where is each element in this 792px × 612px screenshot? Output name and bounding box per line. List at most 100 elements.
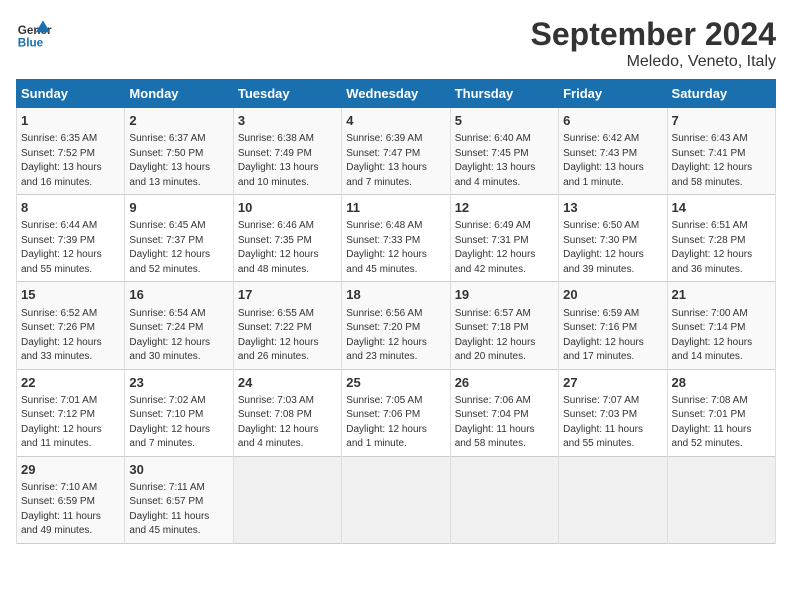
col-header-thursday: Thursday (450, 80, 558, 108)
day-detail: Sunrise: 7:07 AMSunset: 7:03 PMDaylight:… (563, 394, 662, 452)
day-detail: Sunrise: 6:57 AMSunset: 7:18 PMDaylight:… (455, 307, 554, 365)
day-detail: Sunrise: 6:39 AMSunset: 7:47 PMDaylight:… (346, 132, 445, 190)
calendar-table: SundayMondayTuesdayWednesdayThursdayFrid… (16, 79, 776, 544)
calendar-cell: 22 Sunrise: 7:01 AMSunset: 7:12 PMDayligh… (17, 369, 125, 456)
day-number: 27 (563, 374, 662, 392)
day-detail: Sunrise: 6:37 AMSunset: 7:50 PMDaylight:… (129, 132, 228, 190)
calendar-cell (559, 456, 667, 543)
calendar-cell: 9Sunrise: 6:45 AMSunset: 7:37 PMDaylight… (125, 195, 233, 282)
day-number: 10 (238, 199, 337, 217)
calendar-cell: 7Sunrise: 6:43 AMSunset: 7:41 PMDaylight… (667, 108, 775, 195)
day-detail: Sunrise: 6:52 AMSunset: 7:26 PMDaylight:… (21, 307, 120, 365)
day-detail: Sunrise: 6:38 AMSunset: 7:49 PMDaylight:… (238, 132, 337, 190)
calendar-cell: 14Sunrise: 6:51 AMSunset: 7:28 PMDayligh… (667, 195, 775, 282)
col-header-tuesday: Tuesday (233, 80, 341, 108)
calendar-cell: 5 Sunrise: 6:40 AMSunset: 7:45 PMDaylight… (450, 108, 558, 195)
calendar-cell: 13 Sunrise: 6:50 AMSunset: 7:30 PMDayligh… (559, 195, 667, 282)
calendar-cell: 11 Sunrise: 6:48 AMSunset: 7:33 PMDayligh… (342, 195, 450, 282)
day-number: 5 (455, 112, 554, 130)
day-detail: Sunrise: 6:45 AMSunset: 7:37 PMDaylight:… (129, 219, 228, 277)
svg-text:Blue: Blue (18, 37, 44, 50)
calendar-cell (667, 456, 775, 543)
day-number: 6 (563, 112, 662, 130)
day-number: 4 (346, 112, 445, 130)
calendar-week-1: 1 Sunrise: 6:35 AMSunset: 7:52 PMDaylight… (17, 108, 776, 195)
calendar-cell: 6 Sunrise: 6:42 AMSunset: 7:43 PMDaylight… (559, 108, 667, 195)
calendar-cell: 28 Sunrise: 7:08 AMSunset: 7:01 PMDayligh… (667, 369, 775, 456)
calendar-cell: 8Sunrise: 6:44 AMSunset: 7:39 PMDaylight… (17, 195, 125, 282)
calendar-cell: 10 Sunrise: 6:46 AMSunset: 7:35 PMDayligh… (233, 195, 341, 282)
page-header: General Blue September 2024 Meledo, Vene… (16, 16, 776, 71)
calendar-week-4: 22 Sunrise: 7:01 AMSunset: 7:12 PMDayligh… (17, 369, 776, 456)
day-detail: Sunrise: 6:44 AMSunset: 7:39 PMDaylight:… (21, 219, 120, 277)
calendar-cell: 30Sunrise: 7:11 AMSunset: 6:57 PMDayligh… (125, 456, 233, 543)
day-number: 1 (21, 112, 120, 130)
day-number: 23 (129, 374, 228, 392)
day-number: 13 (563, 199, 662, 217)
calendar-cell: 24 Sunrise: 7:03 AMSunset: 7:08 PMDayligh… (233, 369, 341, 456)
day-detail: Sunrise: 6:40 AMSunset: 7:45 PMDaylight:… (455, 132, 554, 190)
day-detail: Sunrise: 6:50 AMSunset: 7:30 PMDaylight:… (563, 219, 662, 277)
day-detail: Sunrise: 7:03 AMSunset: 7:08 PMDaylight:… (238, 394, 337, 452)
day-detail: Sunrise: 6:56 AMSunset: 7:20 PMDaylight:… (346, 307, 445, 365)
calendar-cell: 12 Sunrise: 6:49 AMSunset: 7:31 PMDayligh… (450, 195, 558, 282)
title-block: September 2024 Meledo, Veneto, Italy (531, 16, 776, 71)
day-number: 20 (563, 286, 662, 304)
day-number: 24 (238, 374, 337, 392)
day-detail: Sunrise: 7:05 AMSunset: 7:06 PMDaylight:… (346, 394, 445, 452)
day-number: 26 (455, 374, 554, 392)
calendar-cell: 23 Sunrise: 7:02 AMSunset: 7:10 PMDayligh… (125, 369, 233, 456)
location-subtitle: Meledo, Veneto, Italy (531, 53, 776, 71)
calendar-cell: 3Sunrise: 6:38 AMSunset: 7:49 PMDaylight… (233, 108, 341, 195)
calendar-cell: 18Sunrise: 6:56 AMSunset: 7:20 PMDayligh… (342, 282, 450, 369)
day-detail: Sunrise: 7:06 AMSunset: 7:04 PMDaylight:… (455, 394, 554, 452)
day-number: 11 (346, 199, 445, 217)
day-detail: Sunrise: 6:46 AMSunset: 7:35 PMDaylight:… (238, 219, 337, 277)
day-detail: Sunrise: 7:10 AMSunset: 6:59 PMDaylight:… (21, 481, 120, 539)
col-header-saturday: Saturday (667, 80, 775, 108)
day-number: 17 (238, 286, 337, 304)
day-detail: Sunrise: 6:48 AMSunset: 7:33 PMDaylight:… (346, 219, 445, 277)
day-detail: Sunrise: 6:42 AMSunset: 7:43 PMDaylight:… (563, 132, 662, 190)
calendar-cell (342, 456, 450, 543)
calendar-cell: 29 Sunrise: 7:10 AMSunset: 6:59 PMDayligh… (17, 456, 125, 543)
calendar-cell (233, 456, 341, 543)
logo-icon: General Blue (16, 16, 52, 52)
day-detail: Sunrise: 6:35 AMSunset: 7:52 PMDaylight:… (21, 132, 120, 190)
day-detail: Sunrise: 7:02 AMSunset: 7:10 PMDaylight:… (129, 394, 228, 452)
day-detail: Sunrise: 6:49 AMSunset: 7:31 PMDaylight:… (455, 219, 554, 277)
calendar-cell: 16Sunrise: 6:54 AMSunset: 7:24 PMDayligh… (125, 282, 233, 369)
day-detail: Sunrise: 7:00 AMSunset: 7:14 PMDaylight:… (672, 307, 771, 365)
day-detail: Sunrise: 6:59 AMSunset: 7:16 PMDaylight:… (563, 307, 662, 365)
calendar-cell: 26 Sunrise: 7:06 AMSunset: 7:04 PMDayligh… (450, 369, 558, 456)
col-header-monday: Monday (125, 80, 233, 108)
day-number: 28 (672, 374, 771, 392)
calendar-cell: 17 Sunrise: 6:55 AMSunset: 7:22 PMDayligh… (233, 282, 341, 369)
day-number: 12 (455, 199, 554, 217)
calendar-cell: 20 Sunrise: 6:59 AMSunset: 7:16 PMDayligh… (559, 282, 667, 369)
day-number: 25 (346, 374, 445, 392)
day-detail: Sunrise: 7:08 AMSunset: 7:01 PMDaylight:… (672, 394, 771, 452)
col-header-wednesday: Wednesday (342, 80, 450, 108)
calendar-cell: 1 Sunrise: 6:35 AMSunset: 7:52 PMDaylight… (17, 108, 125, 195)
col-header-sunday: Sunday (17, 80, 125, 108)
day-number: 7 (672, 112, 771, 130)
calendar-cell: 2 Sunrise: 6:37 AMSunset: 7:50 PMDaylight… (125, 108, 233, 195)
calendar-cell (450, 456, 558, 543)
day-number: 21 (672, 286, 771, 304)
day-number: 22 (21, 374, 120, 392)
calendar-cell: 21 Sunrise: 7:00 AMSunset: 7:14 PMDayligh… (667, 282, 775, 369)
calendar-cell: 25 Sunrise: 7:05 AMSunset: 7:06 PMDayligh… (342, 369, 450, 456)
day-number: 15 (21, 286, 120, 304)
day-number: 14 (672, 199, 771, 217)
calendar-week-5: 29 Sunrise: 7:10 AMSunset: 6:59 PMDayligh… (17, 456, 776, 543)
day-detail: Sunrise: 6:55 AMSunset: 7:22 PMDaylight:… (238, 307, 337, 365)
day-number: 29 (21, 461, 120, 479)
day-number: 2 (129, 112, 228, 130)
day-number: 30 (129, 461, 228, 479)
month-title: September 2024 (531, 16, 776, 53)
day-number: 19 (455, 286, 554, 304)
day-detail: Sunrise: 6:54 AMSunset: 7:24 PMDaylight:… (129, 307, 228, 365)
day-detail: Sunrise: 7:01 AMSunset: 7:12 PMDaylight:… (21, 394, 120, 452)
calendar-week-2: 8Sunrise: 6:44 AMSunset: 7:39 PMDaylight… (17, 195, 776, 282)
